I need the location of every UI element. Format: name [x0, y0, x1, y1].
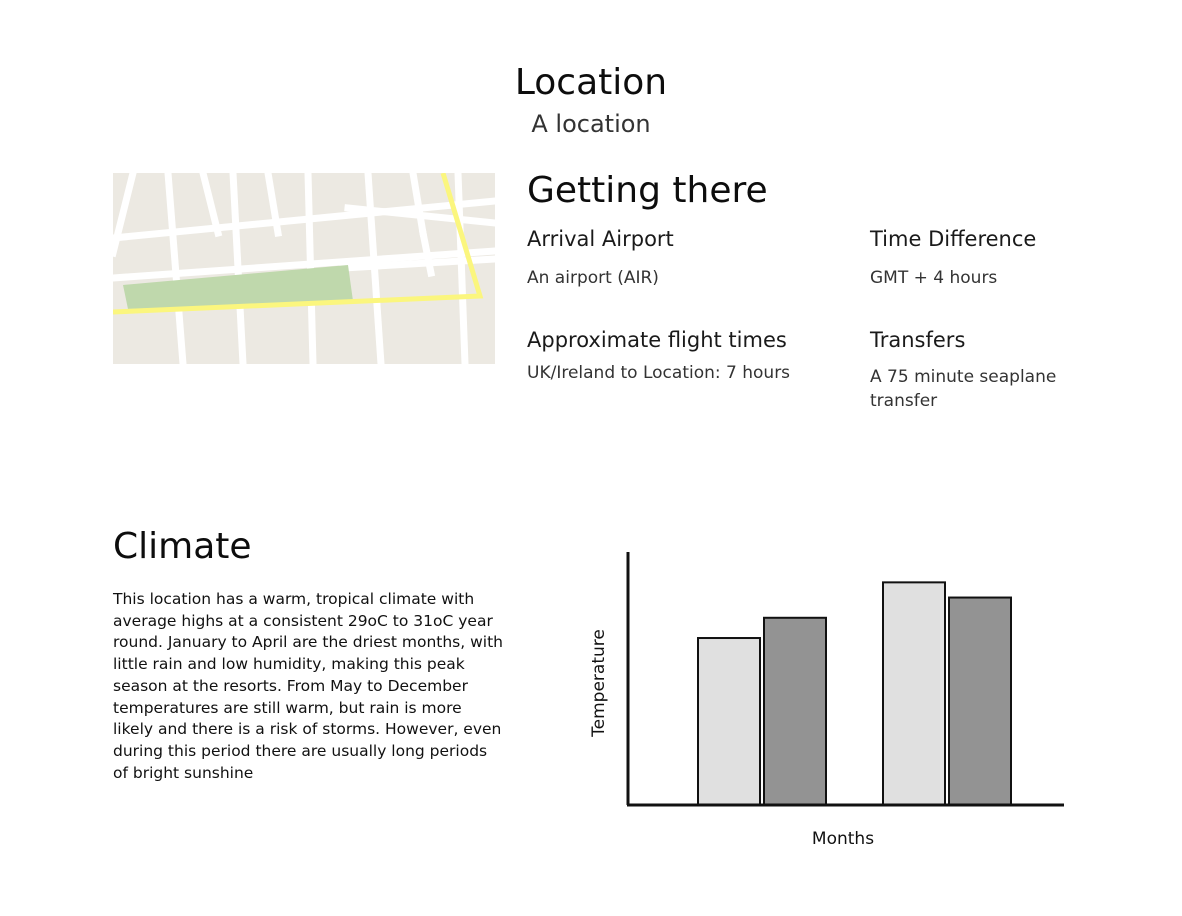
arrival-airport-value: An airport (AIR)	[527, 268, 659, 288]
page-subtitle: A location	[531, 110, 651, 138]
getting-there-title: Getting there	[527, 170, 768, 211]
transfers-value: A 75 minute seaplane transfer	[870, 367, 1057, 411]
time-difference-label: Time Difference	[870, 227, 1037, 251]
flight-times-label: Approximate flight times	[527, 328, 787, 352]
page-title: Location	[514, 62, 668, 103]
climate-description: This location has a warm, tropical clima…	[113, 590, 503, 782]
map-icon	[113, 173, 495, 364]
transfers-label: Transfers	[870, 328, 966, 352]
climate-title: Climate	[113, 526, 252, 567]
chart-bar-1-1	[948, 596, 1012, 807]
x-axis-label: Months	[812, 829, 874, 849]
chart-bar-1-0	[882, 581, 946, 806]
temperature-chart: Months Temperature	[580, 540, 1080, 860]
arrival-airport-label: Arrival Airport	[527, 227, 674, 251]
temperature-chart-svg: Months Temperature	[589, 552, 1064, 849]
chart-bar-0-1	[763, 616, 827, 806]
time-difference-value: GMT + 4 hours	[870, 268, 998, 288]
location-map[interactable]	[113, 173, 495, 364]
y-axis-label: Temperature	[589, 629, 609, 738]
chart-bar-0-0	[697, 637, 761, 806]
flight-times-value: UK/Ireland to Location: 7 hours	[527, 363, 791, 383]
